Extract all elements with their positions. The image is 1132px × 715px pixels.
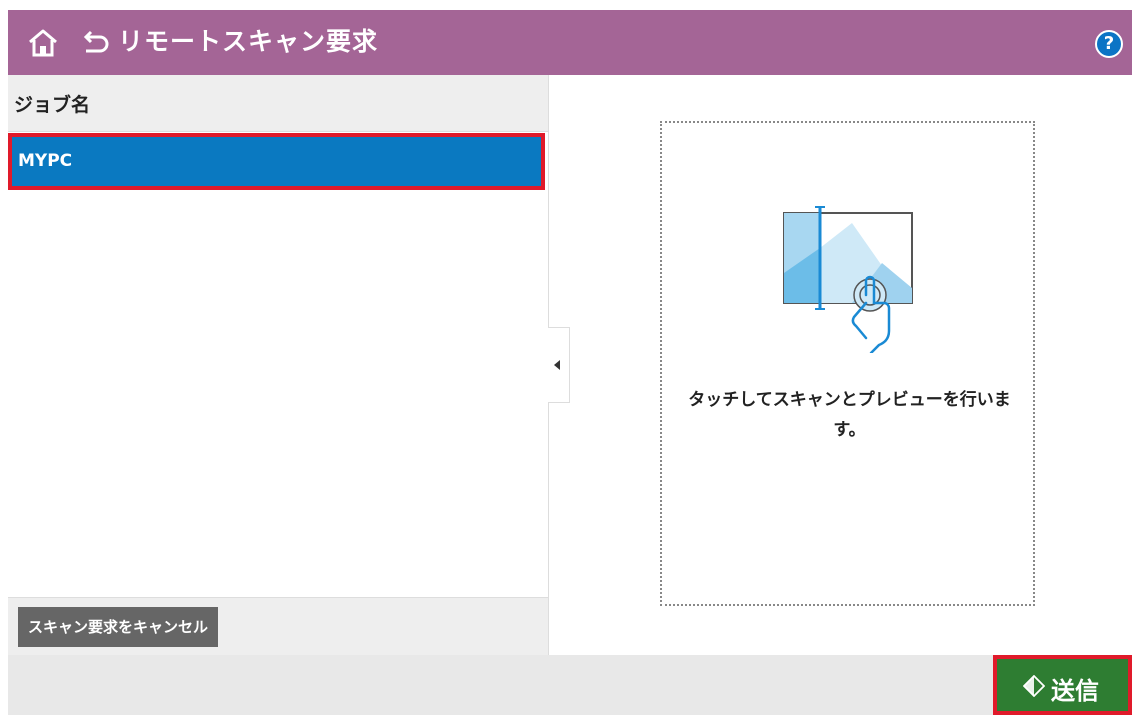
column-header-label: ジョブ名 (14, 94, 91, 116)
preview-instruction: タッチしてスキャンとプレビューを行います。 (688, 390, 1011, 440)
help-icon[interactable]: ? (1095, 30, 1123, 58)
scan-preview-area[interactable]: タッチしてスキャンとプレビューを行います。 (660, 121, 1035, 606)
job-name: MYPC (18, 151, 73, 171)
job-name-column-header: ジョブ名 (8, 75, 548, 132)
send-icon (1023, 675, 1045, 697)
home-icon[interactable] (26, 26, 60, 60)
collapse-arrow-icon (554, 360, 560, 370)
collapse-panel-handle[interactable] (548, 327, 570, 403)
back-icon[interactable] (78, 27, 112, 59)
top-strip (0, 0, 1132, 10)
footer-bar: 送信 (8, 655, 1132, 715)
cancel-scan-request-button[interactable]: スキャン要求をキャンセル (18, 607, 219, 647)
left-panel-footer: スキャン要求をキャンセル (8, 597, 548, 656)
job-list-panel: ジョブ名 MYPC スキャン要求をキャンセル (8, 75, 549, 656)
job-row-selected[interactable]: MYPC (8, 133, 545, 190)
send-button-label: 送信 (1051, 677, 1099, 705)
page-title: リモートスキャン要求 (118, 27, 379, 56)
header-bar: リモートスキャン要求 ? (8, 10, 1132, 75)
scan-preview-illustration (783, 206, 913, 353)
send-button[interactable]: 送信 (993, 655, 1132, 715)
